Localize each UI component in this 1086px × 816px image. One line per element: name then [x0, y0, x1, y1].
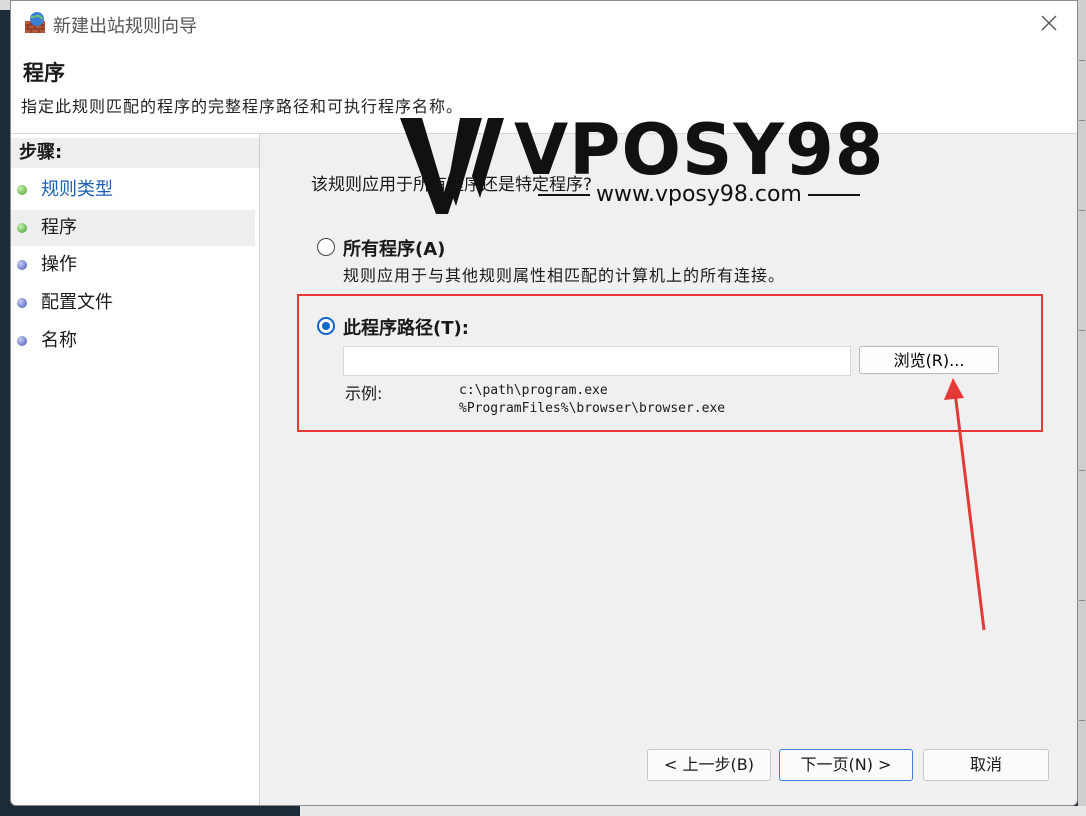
wizard-window: 新建出站规则向导 程序 指定此规则匹配的程序的完整程序路径和可执行程序名称。 步…: [10, 0, 1078, 806]
background-table-row: [300, 806, 1086, 816]
all-programs-description: 规则应用于与其他规则属性相匹配的计算机上的所有连接。: [343, 266, 786, 285]
cancel-button[interactable]: 取消: [923, 749, 1049, 781]
close-icon[interactable]: [1033, 9, 1065, 39]
program-path-label[interactable]: 此程序路径(T):: [343, 314, 469, 340]
step-pending-bullet-icon: [17, 298, 27, 308]
title-bar: 新建出站规则向导: [11, 1, 1077, 47]
page-description: 指定此规则匹配的程序的完整程序路径和可执行程序名称。: [21, 97, 464, 116]
page-title: 程序: [23, 61, 65, 85]
step-item-label: 规则类型: [41, 179, 113, 200]
step-item-profile: 配置文件: [11, 285, 255, 321]
background-app-edge: [1078, 0, 1086, 816]
step-current-bullet-icon: [17, 223, 27, 233]
step-complete-bullet-icon: [17, 185, 27, 195]
program-path-radio[interactable]: [317, 317, 335, 335]
question-text: 该规则应用于所有程序还是特定程序?: [311, 175, 593, 195]
example-path-line: %ProgramFiles%\browser\browser.exe: [459, 401, 726, 416]
step-item-label: 名称: [41, 330, 77, 351]
step-pending-bullet-icon: [17, 260, 27, 270]
firewall-app-icon: [25, 12, 45, 33]
step-item-rule-type[interactable]: 规则类型: [11, 172, 255, 208]
step-pending-bullet-icon: [17, 336, 27, 346]
wizard-header: 程序 指定此规则匹配的程序的完整程序路径和可执行程序名称。: [11, 47, 1077, 134]
all-programs-radio[interactable]: [317, 238, 335, 256]
program-path-input[interactable]: [343, 346, 851, 376]
step-item-label: 操作: [41, 254, 77, 275]
main-panel: 该规则应用于所有程序还是特定程序? 所有程序(A) 规则应用于与其他规则属性相匹…: [261, 134, 1077, 805]
all-programs-label[interactable]: 所有程序(A): [343, 235, 445, 261]
browse-button[interactable]: 浏览(R)...: [859, 346, 999, 374]
example-label: 示例:: [345, 384, 383, 403]
back-button[interactable]: < 上一步(B): [647, 749, 771, 781]
window-title: 新建出站规则向导: [53, 16, 197, 37]
example-path-line: c:\path\program.exe: [459, 383, 608, 398]
step-item-program[interactable]: 程序: [11, 210, 255, 246]
step-item-label: 程序: [41, 217, 77, 238]
steps-title: 步骤:: [11, 138, 259, 168]
step-item-name: 名称: [11, 323, 255, 359]
step-item-label: 配置文件: [41, 292, 113, 313]
next-button[interactable]: 下一页(N) >: [779, 749, 913, 781]
step-item-action: 操作: [11, 247, 255, 283]
steps-sidebar: 步骤: 规则类型 程序 操作 配置文件 名称: [11, 134, 260, 805]
